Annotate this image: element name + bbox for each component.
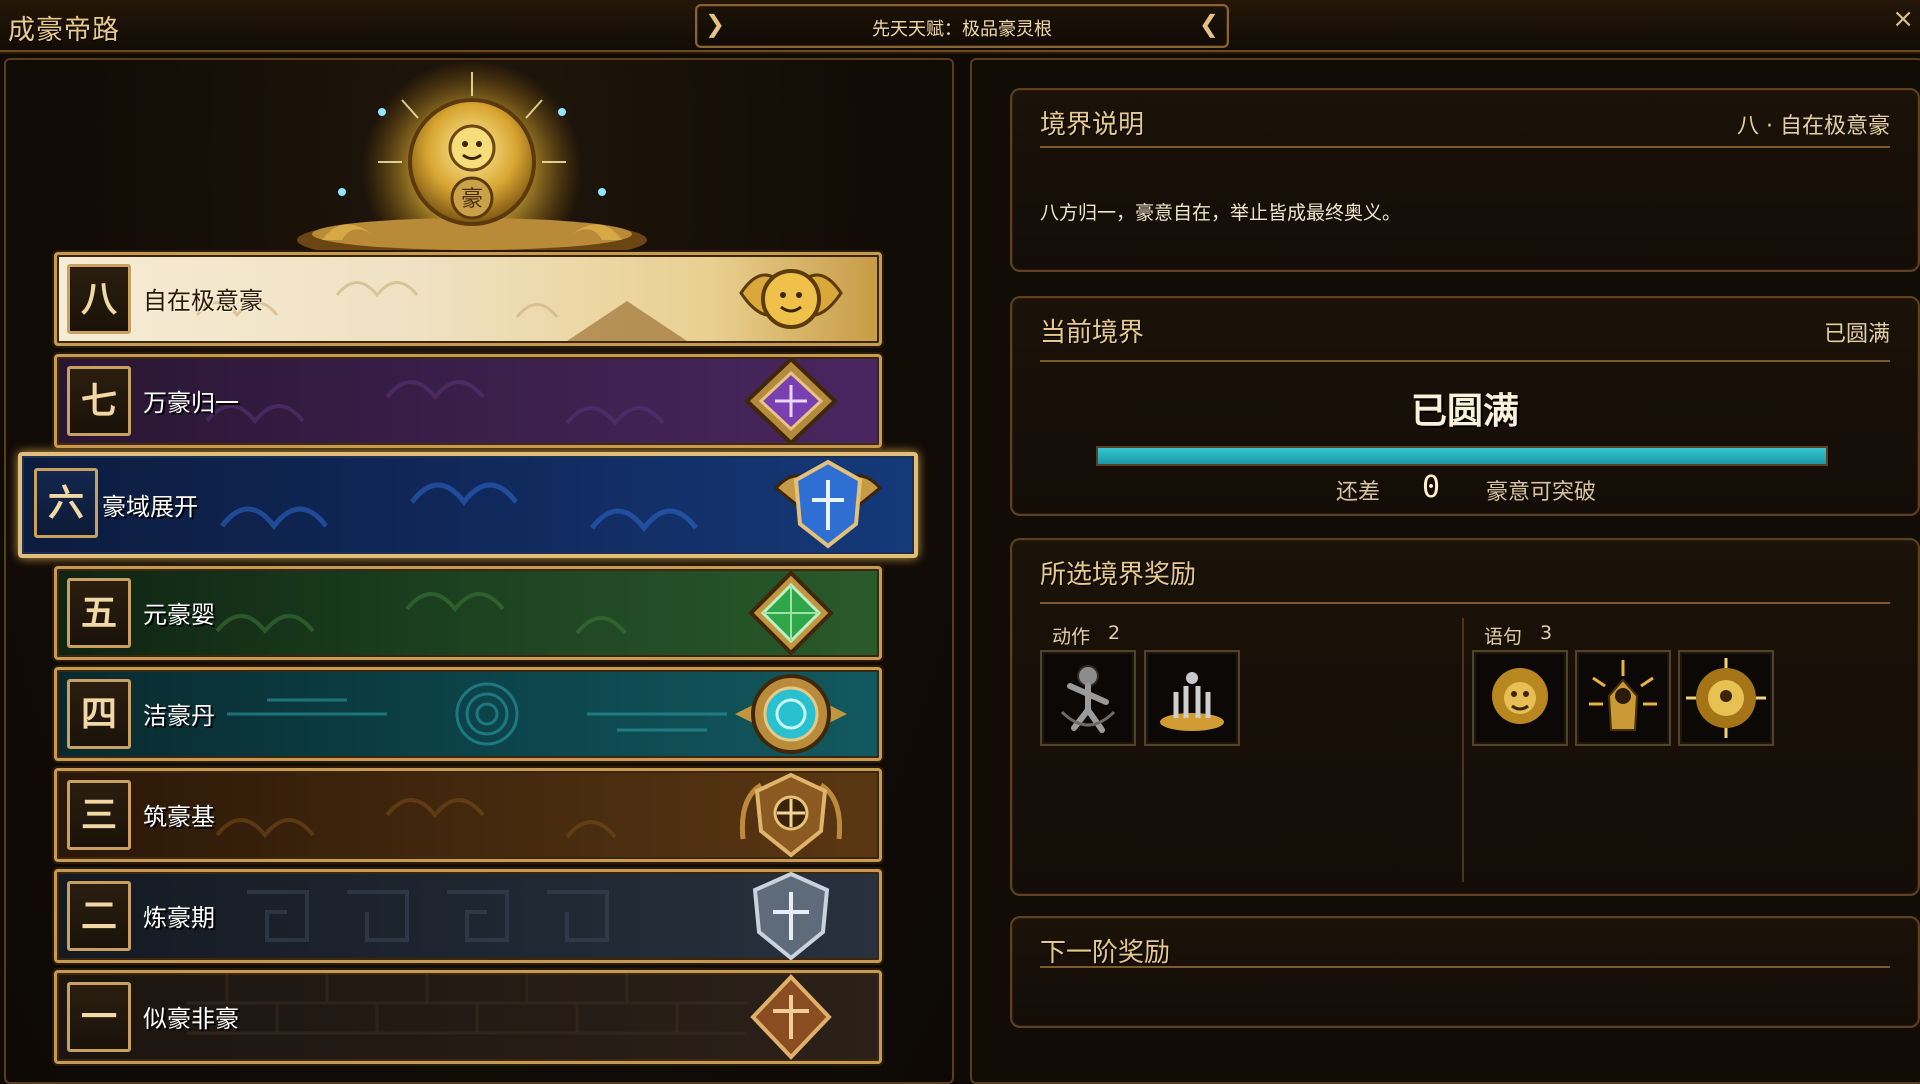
actions-count: 2 <box>1108 622 1121 644</box>
cloud-pattern <box>215 798 617 839</box>
brick-pattern <box>187 973 747 1035</box>
realm-name: 炼豪期 <box>143 904 215 932</box>
talent-label: 先天天赋：极品豪灵根 <box>872 19 1052 40</box>
cloud-pattern <box>205 380 665 427</box>
app-title: 成豪帝路 <box>8 15 120 46</box>
realm-row-1[interactable]: 一 似豪非豪 <box>54 970 882 1064</box>
chevron-left-icon[interactable]: ❮ <box>1199 10 1219 38</box>
cyan-orb-badge-icon <box>735 674 847 754</box>
steel-shield-badge-icon <box>752 872 830 960</box>
realm-number: 一 <box>67 982 131 1052</box>
divider <box>1040 602 1890 604</box>
realm-row-7[interactable]: 七 万豪归一 <box>54 354 882 448</box>
blue-shield-badge-icon <box>773 459 883 549</box>
talent-selector[interactable]: ❯ 先天天赋：极品豪灵根 ❮ <box>695 4 1229 48</box>
sunburst-icon[interactable] <box>1678 650 1774 746</box>
divider <box>1040 966 1890 968</box>
svg-text:豪: 豪 <box>461 187 483 212</box>
realm-row-8[interactable]: 八 自在极意豪 <box>54 252 882 346</box>
realm-description-card: 境界说明 八 · 自在极意豪 八方归一，豪意自在，举止皆成最终奥义。 <box>1010 88 1920 272</box>
need-prefix: 还差 <box>1336 480 1381 505</box>
realm-row-5[interactable]: 五 元豪婴 <box>54 566 882 660</box>
lion-icon[interactable] <box>1472 650 1568 746</box>
realm-name: 筑豪基 <box>143 803 215 831</box>
realm-number: 八 <box>67 264 131 334</box>
realm-name: 自在极意豪 <box>143 287 263 315</box>
realm-number: 五 <box>67 578 131 648</box>
violet-diamond-badge-icon <box>744 357 838 445</box>
maze-pattern <box>247 890 609 942</box>
dancer-icon[interactable] <box>1040 650 1136 746</box>
divider <box>1040 360 1890 362</box>
need-suffix: 豪意可突破 <box>1486 480 1597 505</box>
realm-number: 二 <box>67 881 131 951</box>
altar-icon[interactable] <box>1144 650 1240 746</box>
realm-name: 万豪归一 <box>143 389 239 417</box>
realm-name: 洁豪丹 <box>143 702 215 730</box>
phrases-label: 语句 <box>1484 626 1523 648</box>
current-status-tag: 已圆满 <box>1823 322 1890 347</box>
selected-realm-name: 八 · 自在极意豪 <box>1737 114 1890 139</box>
realm-row-6[interactable]: 六 豪域展开 <box>18 452 918 558</box>
realm-name: 元豪婴 <box>143 601 215 629</box>
divider <box>1040 146 1890 148</box>
emerald-gem-badge-icon <box>748 570 834 656</box>
phrases-count: 3 <box>1540 622 1553 644</box>
realm-name: 似豪非豪 <box>143 1005 239 1033</box>
realm-number: 七 <box>67 366 131 436</box>
progress-bar <box>1096 446 1828 466</box>
current-status: 已圆满 <box>1410 391 1519 432</box>
close-icon[interactable]: × <box>1892 6 1914 32</box>
radiant-warrior-icon[interactable] <box>1575 650 1671 746</box>
realm-row-3[interactable]: 三 筑豪基 <box>54 768 882 862</box>
cloud-pattern <box>195 281 687 341</box>
actions-label: 动作 <box>1052 626 1091 648</box>
top-realm-emblem-icon: 豪 <box>297 62 647 262</box>
bronze-crest-badge-icon <box>739 772 843 858</box>
card-title: 下一阶奖励 <box>1040 938 1171 968</box>
realm-number: 六 <box>34 468 98 538</box>
card-title: 当前境界 <box>1040 318 1145 348</box>
need-value: 0 <box>1422 470 1441 505</box>
progress-fill <box>1098 448 1826 464</box>
cloud-pattern <box>220 482 698 533</box>
rewards-divider <box>1462 618 1464 882</box>
cloud-pattern <box>215 592 627 635</box>
current-realm-card: 当前境界 已圆满 已圆满 还差 0 豪意可突破 <box>1010 296 1920 516</box>
realm-row-2[interactable]: 二 炼豪期 <box>54 869 882 963</box>
realm-number: 三 <box>67 780 131 850</box>
rewards-card: 所选境界奖励 动作 2 语句 3 <box>1010 538 1920 896</box>
copper-diamond-badge-icon <box>750 974 832 1060</box>
realm-description-text: 八方归一，豪意自在，举止皆成最终奥义。 <box>1040 202 1402 224</box>
card-title: 所选境界奖励 <box>1040 560 1197 590</box>
realm-number: 四 <box>67 679 131 749</box>
card-title: 境界说明 <box>1040 110 1145 140</box>
winged-sun-badge-icon <box>739 269 843 329</box>
realm-name: 豪域展开 <box>102 493 198 521</box>
next-rewards-card: 下一阶奖励 <box>1010 916 1920 1028</box>
realm-row-4[interactable]: 四 洁豪丹 <box>54 667 882 761</box>
title-bar: 成豪帝路 ❯ 先天天赋：极品豪灵根 ❮ × <box>0 0 1920 52</box>
rune-pattern <box>227 682 727 746</box>
